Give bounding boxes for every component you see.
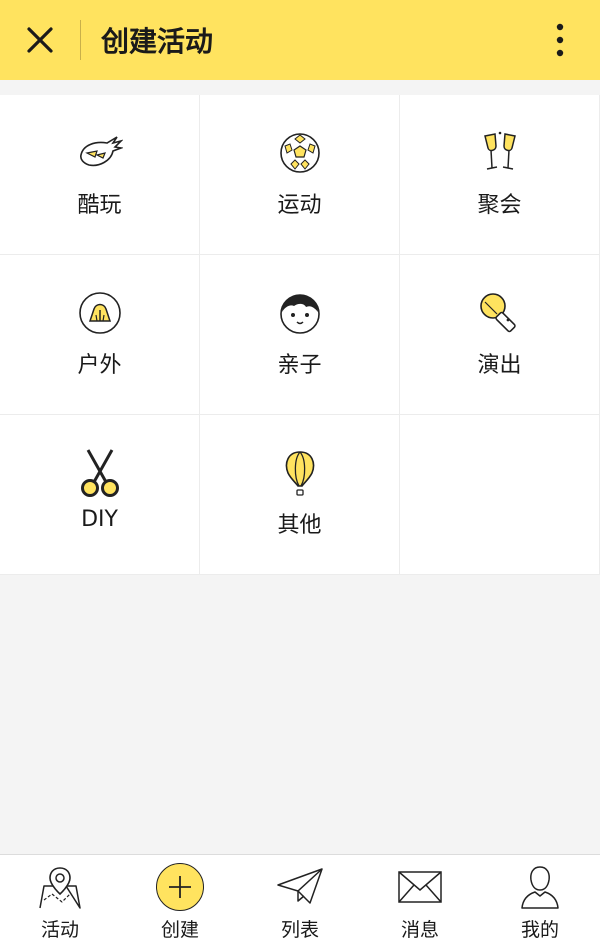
tab-label: 我的 [520, 919, 559, 941]
champagne-glasses-icon [483, 131, 516, 170]
category-label: 酷玩 [77, 193, 122, 218]
header-divider [80, 20, 81, 60]
eagle-icon [79, 136, 123, 167]
tab-messages[interactable]: 消息 [360, 855, 480, 944]
map-pin-icon [39, 867, 81, 909]
hot-air-balloon-icon [285, 451, 314, 496]
category-family[interactable]: 亲子 [200, 255, 400, 415]
bottom-tab-bar: 活动 创建 列表 消息 我的 [0, 854, 600, 944]
category-label: 其他 [277, 513, 322, 538]
close-icon [27, 27, 53, 53]
tab-activities[interactable]: 活动 [0, 855, 120, 944]
more-options-button[interactable] [536, 0, 584, 80]
category-outdoor[interactable]: 户外 [0, 255, 200, 415]
top-bar: 创建活动 [0, 0, 600, 80]
category-other[interactable]: 其他 [200, 415, 400, 575]
tab-create[interactable]: 创建 [120, 855, 240, 944]
category-cool-play[interactable]: 酷玩 [0, 95, 200, 255]
category-label: 聚会 [477, 193, 522, 218]
tab-list[interactable]: 列表 [240, 855, 360, 944]
tab-label: 消息 [400, 919, 439, 941]
category-label: 亲子 [277, 353, 322, 378]
envelope-icon [398, 871, 442, 903]
tab-profile[interactable]: 我的 [480, 855, 600, 944]
page-title: 创建活动 [101, 25, 214, 58]
tab-label: 列表 [280, 919, 319, 941]
category-diy[interactable]: DIY [0, 415, 200, 575]
tab-label: 活动 [40, 919, 79, 941]
user-icon [521, 866, 559, 909]
category-label: 运动 [277, 193, 322, 218]
category-party[interactable]: 聚会 [400, 95, 600, 255]
kid-face-icon [279, 294, 320, 334]
category-grid: 酷玩 运动 聚会 户外 亲子 演出 DIY 其他 [0, 95, 600, 575]
microphone-icon [479, 293, 516, 333]
tab-label: 创建 [160, 919, 199, 941]
scissors-icon [80, 449, 119, 497]
empty-cell [400, 415, 600, 575]
close-button[interactable] [0, 0, 80, 80]
category-performance[interactable]: 演出 [400, 255, 600, 415]
category-label: DIY [81, 507, 118, 532]
category-label: 户外 [77, 353, 122, 378]
plus-circle-icon [156, 863, 204, 911]
category-sports[interactable]: 运动 [200, 95, 400, 255]
paper-plane-icon [277, 868, 323, 904]
soccer-ball-icon [279, 133, 320, 173]
category-label: 演出 [477, 353, 522, 378]
more-vertical-icon [556, 23, 564, 57]
tent-icon [78, 292, 121, 334]
